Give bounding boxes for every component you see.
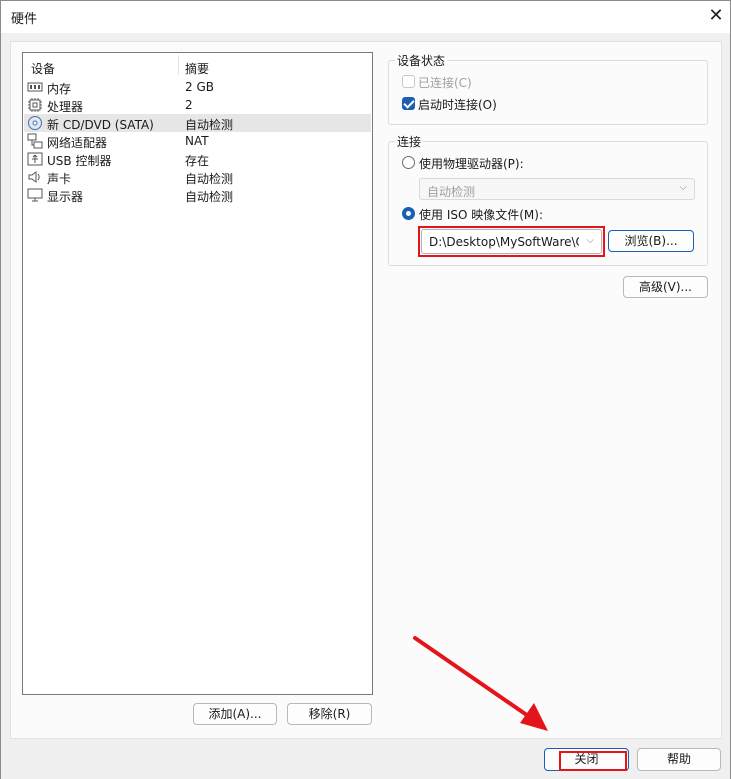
annotation-arrow-icon (413, 636, 548, 731)
